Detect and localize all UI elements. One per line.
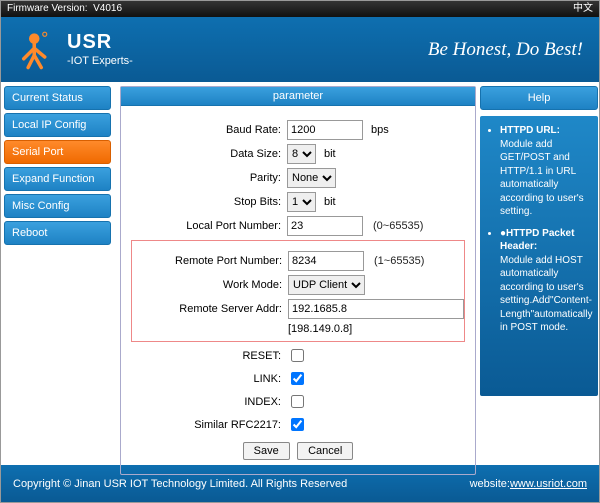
top-bar: Firmware Version: V4016 中文 xyxy=(1,1,599,17)
stopbits-unit: bit xyxy=(324,196,336,208)
baud-unit: bps xyxy=(371,124,389,136)
website-link[interactable]: www.usriot.com xyxy=(510,478,587,490)
brand-name: USR xyxy=(67,32,133,52)
menu-item-misc-config[interactable]: Misc Config xyxy=(4,194,111,218)
panel-title: parameter xyxy=(121,87,475,106)
cancel-button[interactable] xyxy=(297,442,353,460)
highlight-box: Remote Port Number: (1~65535) Work Mode:… xyxy=(131,240,465,342)
menu-item-serial-port[interactable]: Serial Port xyxy=(4,140,111,164)
baud-input[interactable] xyxy=(287,120,363,140)
website-label: website: xyxy=(470,478,510,490)
parity-select[interactable]: None xyxy=(287,168,336,188)
datasize-label: Data Size: xyxy=(131,148,281,160)
remoteaddr-label: Remote Server Addr: xyxy=(132,303,282,315)
save-button[interactable] xyxy=(243,442,290,460)
help-button[interactable]: Help xyxy=(480,86,598,110)
reset-checkbox[interactable] xyxy=(291,349,304,362)
link-checkbox[interactable] xyxy=(291,372,304,385)
lang-toggle[interactable]: 中文 xyxy=(573,1,593,17)
remoteaddr-input[interactable] xyxy=(288,299,464,319)
firmware-version: Firmware Version: V4016 xyxy=(7,1,122,17)
workmode-label: Work Mode: xyxy=(132,279,282,291)
menu-item-local-ip-config[interactable]: Local IP Config xyxy=(4,113,111,137)
index-label: INDEX: xyxy=(131,396,281,408)
help-box: HTTPD URL:Module add GET/POST and HTTP/1… xyxy=(480,116,598,396)
reset-label: RESET: xyxy=(131,350,281,362)
stopbits-label: Stop Bits: xyxy=(131,196,281,208)
remoteport-label: Remote Port Number: xyxy=(132,255,282,267)
brand-sub: -IOT Experts- xyxy=(67,55,133,67)
parity-label: Parity: xyxy=(131,172,281,184)
remoteport-hint: (1~65535) xyxy=(374,255,424,267)
remoteport-input[interactable] xyxy=(288,251,364,271)
brand-tagline: Be Honest, Do Best! xyxy=(428,39,583,61)
menu-item-current-status[interactable]: Current Status xyxy=(4,86,111,110)
datasize-select[interactable]: 8 xyxy=(287,144,316,164)
left-menu: Current Status Local IP Config Serial Port… xyxy=(1,82,114,465)
index-checkbox[interactable] xyxy=(291,395,304,408)
stopbits-select[interactable]: 1 xyxy=(287,192,316,212)
remoteaddr-resolved: [198.149.0.8] xyxy=(288,323,464,335)
workmode-select[interactable]: UDP Client xyxy=(288,275,365,295)
menu-item-reboot[interactable]: Reboot xyxy=(4,221,111,245)
help-item: ●HTTPD Packet Header:Module add HOST aut… xyxy=(500,227,592,335)
rfc2217-checkbox[interactable] xyxy=(291,418,304,431)
copyright-text: Copyright © Jinan USR IOT Technology Lim… xyxy=(13,478,347,490)
datasize-unit: bit xyxy=(324,148,336,160)
rfc2217-label: Similar RFC2217: xyxy=(131,419,281,431)
localport-label: Local Port Number: xyxy=(131,220,281,232)
parameter-panel: parameter Baud Rate: bps Data Size: 8 xyxy=(120,86,476,475)
brand-logo-icon xyxy=(15,29,57,71)
help-item: HTTPD URL:Module add GET/POST and HTTP/1… xyxy=(500,124,592,219)
menu-item-expand-function[interactable]: Expand Function xyxy=(4,167,111,191)
localport-hint: (0~65535) xyxy=(373,220,423,232)
link-label: LINK: xyxy=(131,373,281,385)
baud-label: Baud Rate: xyxy=(131,124,281,136)
banner: USR -IOT Experts- Be Honest, Do Best! xyxy=(1,17,599,82)
localport-input[interactable] xyxy=(287,216,363,236)
